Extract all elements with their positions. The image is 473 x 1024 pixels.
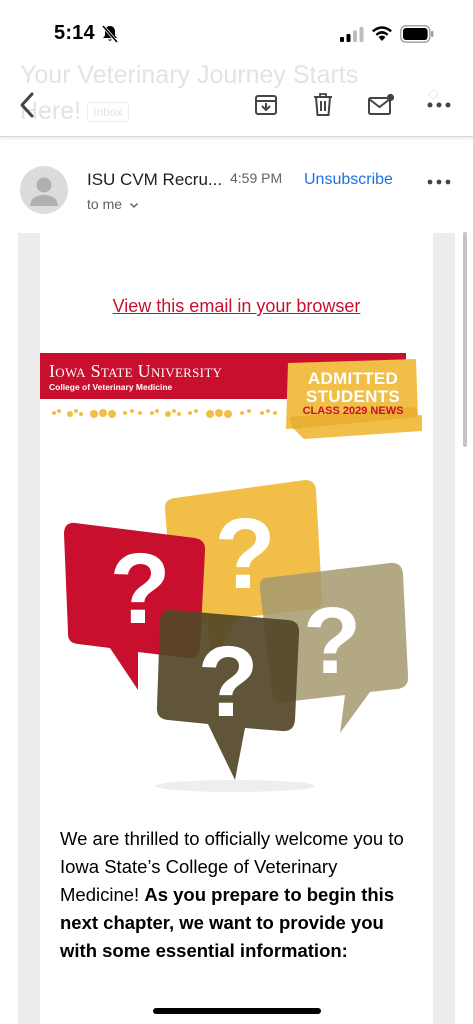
- svg-text:?: ?: [197, 626, 258, 738]
- badge-line-1: ADMITTED: [307, 369, 399, 388]
- sender-time: 4:59 PM: [230, 170, 283, 186]
- status-bar: 5:14: [0, 0, 473, 62]
- person-icon: [30, 177, 58, 206]
- faded-subject: Your Veterinary Journey Starts Here! Inbo…: [20, 57, 400, 129]
- view-in-browser-link[interactable]: View this email in your browser: [40, 296, 433, 317]
- scrollbar[interactable]: [463, 232, 467, 447]
- more-options-button[interactable]: [424, 90, 454, 120]
- sender-name[interactable]: ISU CVM Recru...: [87, 170, 222, 190]
- unsubscribe-button[interactable]: Unsubscribe: [304, 171, 393, 189]
- svg-text:?: ?: [303, 588, 361, 694]
- badge-line-3: CLASS 2029 NEWS: [302, 405, 404, 417]
- mark-unread-icon: [368, 93, 395, 115]
- home-indicator[interactable]: [153, 1008, 321, 1014]
- battery-icon: [400, 25, 434, 43]
- bell-slash-icon: [101, 25, 119, 43]
- badge-line-2: STUDENTS: [305, 387, 400, 406]
- recipient-details[interactable]: to me: [87, 196, 139, 212]
- trash-icon: [314, 93, 332, 116]
- wifi-icon: [372, 26, 392, 41]
- sender-row: ISU CVM Recru... 4:59 PM to me Unsubscri…: [0, 150, 473, 230]
- status-time: 5:14: [54, 22, 95, 44]
- back-icon: [20, 92, 34, 118]
- archive-button[interactable]: [251, 90, 281, 120]
- more-icon: [427, 102, 451, 108]
- recipient-label: to me: [87, 196, 123, 212]
- brown-question-bubble: ?: [156, 609, 300, 780]
- email-toolbar: Your Veterinary Journey Starts Here! Inbo…: [0, 55, 473, 137]
- admitted-students-badge: ADMITTED STUDENTS CLASS 2029 NEWS: [284, 359, 422, 443]
- mark-unread-button[interactable]: [366, 90, 396, 120]
- faded-inbox-label: Inbox: [87, 102, 129, 123]
- sender-more-icon[interactable]: [426, 172, 452, 192]
- question-bubbles-illustration: ? ? ? ?: [64, 480, 409, 792]
- animal-prints-decoration: [52, 409, 277, 418]
- email-content: View this email in your browser Iowa Sta…: [40, 233, 433, 1024]
- university-name: Iowa State University: [49, 361, 223, 381]
- cellular-signal-icon: [340, 27, 364, 42]
- header-banner: Iowa State University College of Veterin…: [40, 353, 422, 445]
- college-name: College of Veterinary Medicine: [49, 382, 173, 392]
- delete-button[interactable]: [308, 90, 338, 120]
- avatar[interactable]: [20, 166, 68, 214]
- intro-paragraph: We are thrilled to officially welcome yo…: [60, 825, 415, 965]
- back-button[interactable]: [12, 90, 42, 120]
- chevron-down-icon: [129, 202, 138, 208]
- archive-icon: [255, 95, 277, 115]
